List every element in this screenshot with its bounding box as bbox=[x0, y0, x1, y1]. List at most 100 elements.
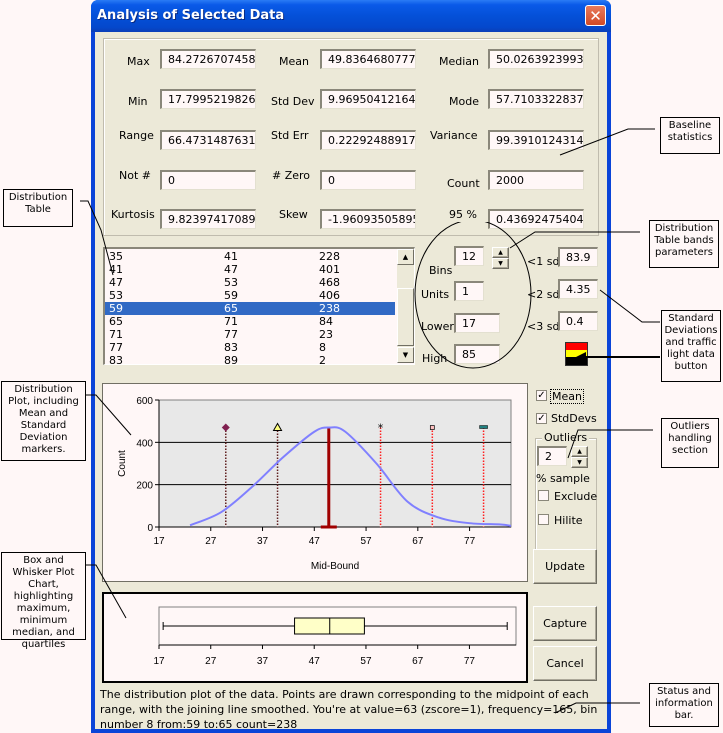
table-cell: 47 bbox=[224, 263, 238, 276]
outliers-spin-down[interactable]: ▼ bbox=[571, 457, 588, 468]
sd-marker-square bbox=[429, 425, 435, 430]
x-tick-label: 17 bbox=[153, 536, 165, 547]
box-x-tick-label: 77 bbox=[464, 656, 476, 667]
range-label: Range bbox=[119, 129, 154, 142]
range-field[interactable]: 66.47314876317 bbox=[160, 130, 256, 150]
check-icon: ✓ bbox=[537, 390, 546, 401]
stddevs-checkbox-label[interactable]: StdDevs bbox=[551, 412, 597, 425]
distribution-plot-panel[interactable]: 0 200 400 600 17 27 37 47 57 67 77 Mid-Bound Count * bbox=[102, 383, 528, 582]
table-cell: 83 bbox=[224, 341, 238, 354]
percent-sample-label: % sample bbox=[536, 472, 590, 485]
table-cell: 77 bbox=[109, 341, 123, 354]
distribution-table-row[interactable]: 53 59 406 bbox=[105, 289, 395, 302]
skew-label: Skew bbox=[279, 208, 308, 221]
annotation-distribution-table: Distribution Table bbox=[3, 189, 73, 227]
x-tick-label: 27 bbox=[205, 536, 217, 547]
annotation-boxplot: Box and Whisker Plot Chart, highlighting… bbox=[1, 552, 86, 650]
annotation-distribution-plot: Distribution Plot, including Mean and St… bbox=[1, 381, 86, 461]
kurtosis-field[interactable]: 9.823974170895 bbox=[160, 209, 256, 229]
traffic-light-black bbox=[566, 357, 587, 365]
hilite-checkbox-label[interactable]: Hilite bbox=[554, 514, 583, 527]
close-button[interactable]: ✕ bbox=[585, 5, 606, 26]
table-cell: 23 bbox=[319, 328, 333, 341]
table-cell: 65 bbox=[224, 302, 238, 315]
table-cell: 35 bbox=[109, 250, 123, 263]
count-field[interactable]: 2000 bbox=[488, 170, 584, 190]
table-cell: 406 bbox=[319, 289, 340, 302]
box-x-tick-label: 67 bbox=[412, 656, 424, 667]
plot-area bbox=[158, 399, 512, 528]
std-dev-field[interactable]: 9.969504121644 bbox=[320, 89, 416, 109]
hilite-checkbox[interactable] bbox=[538, 514, 549, 525]
mean-field[interactable]: 49.83646807777 bbox=[320, 49, 416, 69]
distribution-table[interactable]: 35 41 228 41 47 401 47 53 468 53 59 406 59 65 238 65 71 8… bbox=[103, 247, 415, 365]
table-cell: 77 bbox=[224, 328, 238, 341]
sd3-field[interactable]: 0.4 bbox=[558, 311, 598, 331]
title-bar[interactable]: Analysis of Selected Data ✕ bbox=[91, 0, 611, 32]
traffic-light-button[interactable] bbox=[565, 342, 588, 366]
update-button[interactable]: Update bbox=[533, 549, 597, 584]
table-cell: 65 bbox=[109, 315, 123, 328]
distribution-table-row[interactable]: 65 71 84 bbox=[105, 315, 395, 328]
bands-annotation-ellipse bbox=[414, 222, 532, 369]
scroll-down-icon: ▼ bbox=[402, 351, 409, 359]
num-zero-label: # Zero bbox=[272, 169, 311, 182]
mode-label: Mode bbox=[449, 95, 479, 108]
table-cell: 53 bbox=[224, 276, 238, 289]
distribution-table-row[interactable]: 59 65 238 bbox=[105, 302, 395, 315]
annotation-outliers: Outliers handling section bbox=[661, 418, 719, 468]
distribution-table-row[interactable]: 35 41 228 bbox=[105, 250, 395, 263]
sd-marker-dash bbox=[479, 425, 488, 429]
not-number-field[interactable]: 0 bbox=[160, 170, 256, 190]
skew-field[interactable]: -1.96093505895? bbox=[320, 209, 416, 229]
x-axis-title: Mid-Bound bbox=[311, 561, 359, 572]
mode-field[interactable]: 57.71033228375 bbox=[488, 89, 584, 109]
num-zero-field[interactable]: 0 bbox=[320, 170, 416, 190]
y-tick-label: 0 bbox=[147, 523, 153, 534]
close-icon: ✕ bbox=[589, 7, 602, 25]
capture-button[interactable]: Capture bbox=[533, 606, 597, 641]
std-err-field[interactable]: 0.222924889179 bbox=[320, 130, 416, 150]
cancel-button[interactable]: Cancel bbox=[533, 646, 597, 681]
table-cell: 47 bbox=[109, 276, 123, 289]
stddevs-checkbox[interactable]: ✓ bbox=[536, 413, 547, 424]
max-field[interactable]: 84.27267074584 bbox=[160, 49, 256, 69]
table-cell: 228 bbox=[319, 250, 340, 263]
table-cell: 71 bbox=[224, 315, 238, 328]
table-cell: 2 bbox=[319, 354, 326, 365]
x-tick-label: 37 bbox=[257, 536, 269, 547]
distribution-table-row[interactable]: 47 53 468 bbox=[105, 276, 395, 289]
median-field[interactable]: 50.02639239937 bbox=[488, 49, 584, 69]
y-tick-label: 200 bbox=[136, 481, 153, 492]
distribution-plot[interactable]: 0 200 400 600 17 27 37 47 57 67 77 Mid-Bound Count * bbox=[103, 384, 527, 581]
outliers-spin-up[interactable]: ▲ bbox=[571, 446, 588, 457]
mean-checkbox[interactable]: ✓ bbox=[536, 390, 547, 401]
variance-label: Variance bbox=[430, 129, 478, 142]
table-cell: 59 bbox=[109, 302, 123, 315]
mean-checkbox-label[interactable]: Mean bbox=[550, 389, 584, 404]
min-field[interactable]: 17.79952198266 bbox=[160, 89, 256, 109]
box-x-tick-label: 37 bbox=[257, 656, 269, 667]
table-cell: 401 bbox=[319, 263, 340, 276]
traffic-light-red bbox=[566, 343, 587, 350]
distribution-table-row[interactable]: 83 89 2 bbox=[105, 354, 395, 365]
median-label: Median bbox=[439, 55, 480, 68]
distribution-table-row[interactable]: 41 47 401 bbox=[105, 263, 395, 276]
std-dev-label: Std Dev bbox=[271, 95, 315, 108]
distribution-table-row[interactable]: 71 77 23 bbox=[105, 328, 395, 341]
y-tick-label: 400 bbox=[136, 438, 153, 449]
min-label: Min bbox=[128, 95, 148, 108]
box-whisker-panel[interactable]: 17 27 37 47 57 67 77 bbox=[102, 592, 528, 683]
box-whisker-plot[interactable]: 17 27 37 47 57 67 77 bbox=[104, 594, 526, 681]
not-number-label: Not # bbox=[119, 169, 151, 182]
distribution-table-row[interactable]: 77 83 8 bbox=[105, 341, 395, 354]
sd2-field[interactable]: 4.35 bbox=[558, 279, 598, 299]
exclude-checkbox[interactable] bbox=[538, 490, 549, 501]
exclude-checkbox-label[interactable]: Exclude bbox=[554, 490, 597, 503]
x-tick-label: 77 bbox=[464, 536, 476, 547]
table-cell: 59 bbox=[224, 289, 238, 302]
annotation-bands: Distribution Table bands parameters bbox=[649, 220, 719, 268]
variance-field[interactable]: 99.39101243148 bbox=[488, 130, 584, 150]
sd1-field[interactable]: 83.9 bbox=[558, 247, 598, 267]
outliers-percent-field[interactable]: 2 bbox=[537, 446, 567, 466]
